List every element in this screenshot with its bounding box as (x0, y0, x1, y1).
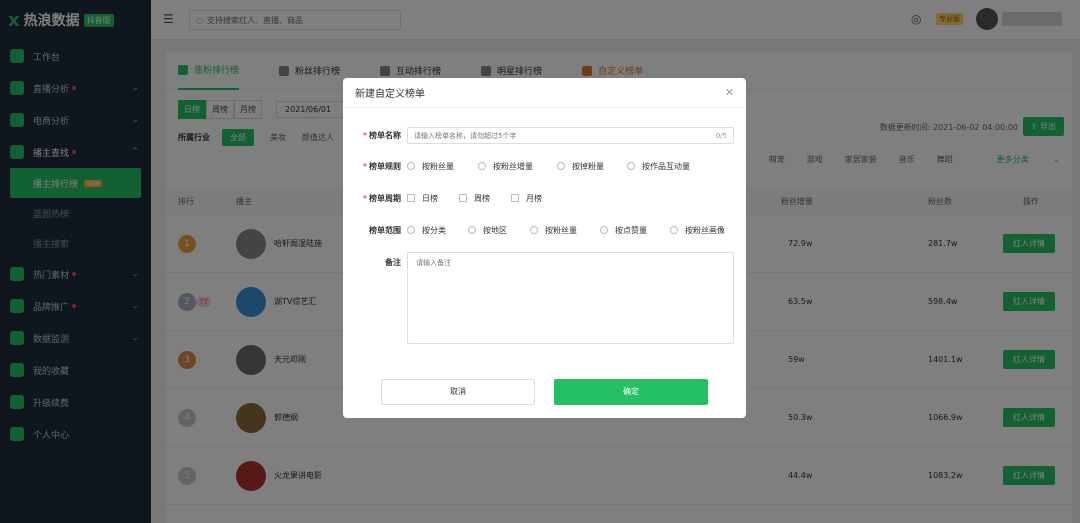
name-label: * 榜单名称 (362, 131, 401, 140)
scope-radio[interactable]: 按点赞量 (600, 225, 647, 236)
period-label: * 榜单周期 (362, 193, 401, 203)
scope-radio[interactable]: 按分类 (407, 225, 446, 236)
name-label-text: 榜单名称 (369, 131, 401, 140)
rule-radio[interactable]: 按粉丝量 (407, 161, 454, 172)
period-checkbox[interactable]: 日榜 (407, 193, 438, 204)
scope-radio[interactable]: 按粉丝量 (530, 225, 577, 236)
name-input[interactable] (414, 131, 716, 140)
option-label: 按粉丝量 (422, 161, 454, 171)
option-label: 日榜 (422, 193, 438, 203)
rule-label: * 榜单规则 (362, 161, 401, 171)
confirm-button[interactable]: 确定 (554, 379, 708, 405)
radio-icon (407, 162, 415, 170)
period-checkbox[interactable]: 月榜 (511, 193, 542, 204)
close-icon[interactable]: ✕ (725, 86, 734, 99)
radio-icon (600, 226, 608, 234)
rule-label-text: 榜单规则 (369, 161, 401, 171)
option-label: 按分类 (422, 225, 446, 235)
period-row: * 榜单周期 日榜 周榜 月榜 (343, 192, 746, 204)
option-label: 按作品互动量 (642, 161, 690, 171)
option-label: 按粉丝增量 (493, 161, 533, 171)
option-label: 按粉丝画像 (685, 225, 725, 235)
scope-label: 榜单范围 (369, 225, 401, 235)
period-label-text: 榜单周期 (369, 193, 401, 203)
period-checkbox[interactable]: 周榜 (459, 193, 490, 204)
char-counter: 0/5 (715, 131, 727, 140)
dialog-header: 新建自定义榜单 ✕ (343, 78, 746, 108)
rule-radio[interactable]: 按掉粉量 (557, 161, 604, 172)
name-field[interactable]: 0/5 (407, 127, 734, 144)
radio-icon (468, 226, 476, 234)
dialog-title: 新建自定义榜单 (355, 89, 425, 100)
radio-icon (557, 162, 565, 170)
note-textarea[interactable] (407, 252, 734, 344)
option-label: 按点赞量 (615, 225, 647, 235)
checkbox-icon (511, 194, 519, 202)
rule-row: * 榜单规则 按粉丝量 按粉丝增量 按掉粉量 按作品互动量 (343, 160, 746, 172)
option-label: 按粉丝量 (545, 225, 577, 235)
radio-icon (530, 226, 538, 234)
radio-icon (407, 226, 415, 234)
checkbox-icon (459, 194, 467, 202)
option-label: 按地区 (483, 225, 507, 235)
scope-radio[interactable]: 按地区 (468, 225, 507, 236)
note-label: 备注 (385, 257, 401, 267)
cancel-button[interactable]: 取消 (381, 379, 535, 405)
option-label: 月榜 (526, 193, 542, 203)
scope-radio[interactable]: 按粉丝画像 (670, 225, 725, 236)
option-label: 按掉粉量 (572, 161, 604, 171)
rule-radio[interactable]: 按粉丝增量 (478, 161, 533, 172)
checkbox-icon (407, 194, 415, 202)
name-row: *榜单名称 0/5 (343, 127, 746, 144)
create-custom-list-dialog: 新建自定义榜单 ✕ *榜单名称 0/5 *榜单规则 按粉丝量 按粉丝增量 按掉粉… (343, 78, 746, 418)
radio-icon (627, 162, 635, 170)
rule-radio[interactable]: 按作品互动量 (627, 161, 690, 172)
scope-row: 榜单范围 按分类 按地区 按粉丝量 按点赞量 按粉丝画像 (343, 224, 746, 236)
radio-icon (478, 162, 486, 170)
radio-icon (670, 226, 678, 234)
option-label: 周榜 (474, 193, 490, 203)
